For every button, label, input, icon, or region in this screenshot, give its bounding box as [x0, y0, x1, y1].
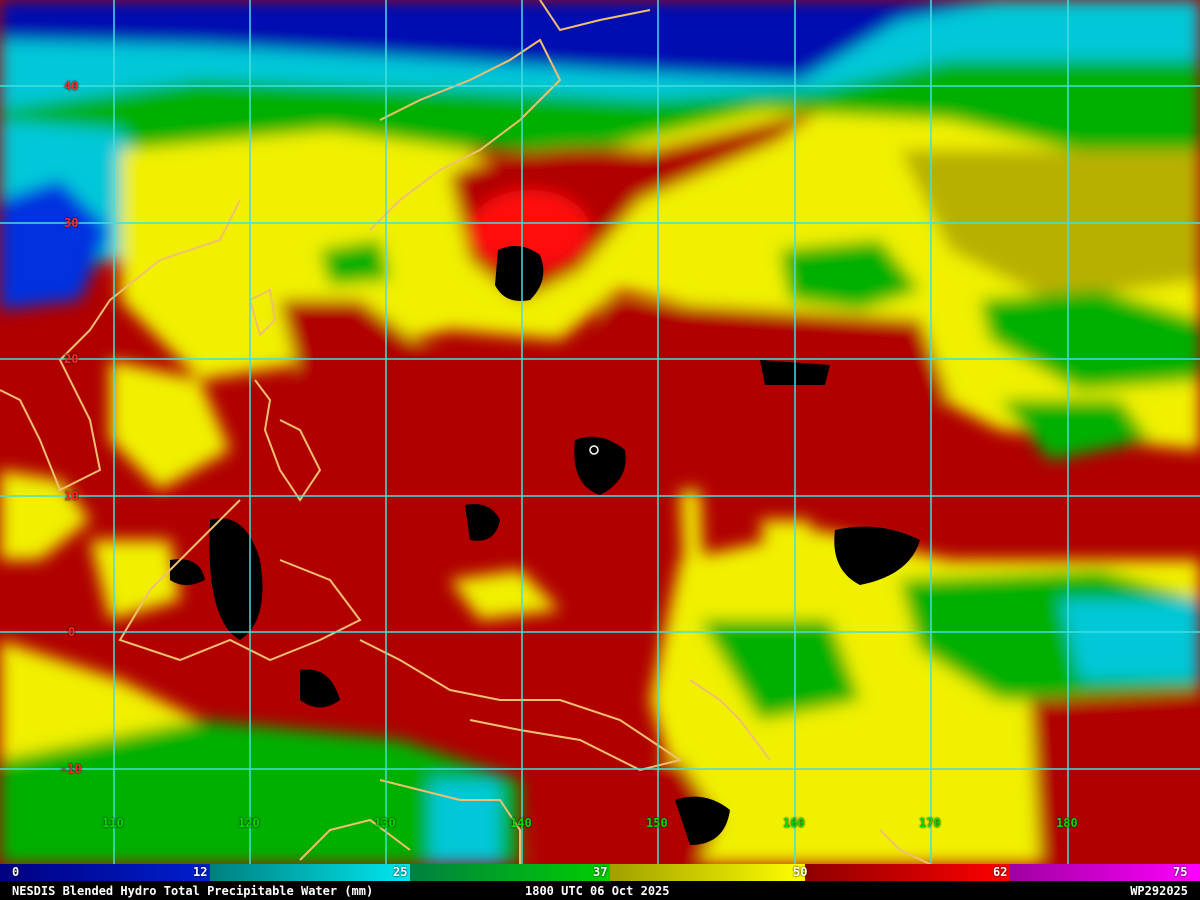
lon-label-140: 140 [510, 816, 532, 830]
colorbar-segment [410, 864, 610, 881]
colorbar-tick-25: 25 [393, 865, 408, 879]
lon-label-180: 180 [1056, 816, 1078, 830]
lat-label-20: 20 [64, 352, 79, 366]
lat-label-minus10: -10 [60, 762, 82, 776]
colorbar-segment [210, 864, 410, 881]
lon-label-170: 170 [919, 816, 941, 830]
storm-id: WP292025 [1130, 884, 1188, 898]
lon-label-120: 120 [238, 816, 260, 830]
lon-label-110: 110 [102, 816, 124, 830]
colorbar-tick-12: 12 [193, 865, 208, 879]
lat-label-40: 40 [64, 79, 79, 93]
colorbar-segment [610, 864, 805, 881]
lat-label-10: 10 [64, 489, 79, 503]
colorbar-segment [805, 864, 1010, 881]
color-scale-bar: 0 12 25 37 50 62 75 [0, 864, 1200, 881]
colorbar-tick-37: 37 [593, 865, 608, 879]
product-title: NESDIS Blended Hydro Total Precipitable … [12, 884, 374, 898]
lon-label-130: 130 [374, 816, 396, 830]
lat-label-0: 0 [68, 625, 76, 639]
lon-label-160: 160 [783, 816, 805, 830]
valid-time: 1800 UTC 06 Oct 2025 [525, 884, 670, 898]
colorbar-tick-50: 50 [793, 865, 808, 879]
colorbar-tick-0: 0 [12, 865, 20, 879]
colorbar-tick-62: 62 [993, 865, 1008, 879]
lat-label-30: 30 [64, 216, 79, 230]
tpw-map: 40 30 20 10 0 -10 110 120 130 140 150 16… [0, 0, 1200, 864]
tpw-field [0, 0, 1200, 864]
colorbar-tick-75: 75 [1173, 865, 1188, 879]
footer-bar: NESDIS Blended Hydro Total Precipitable … [0, 882, 1200, 900]
colorbar-segment [0, 864, 210, 881]
lon-label-150: 150 [646, 816, 668, 830]
colorbar-segment [1010, 864, 1200, 881]
